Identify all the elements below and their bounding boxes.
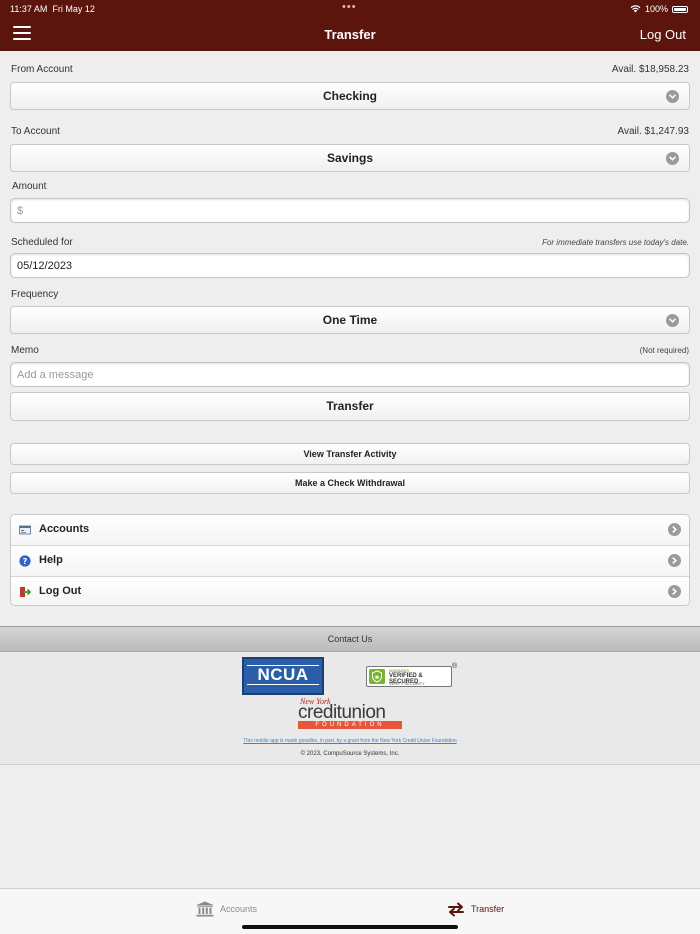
chevron-down-icon: [666, 152, 679, 165]
battery-icon: [672, 5, 688, 13]
shield-lock-icon: [369, 669, 385, 684]
frequency-value: One Time: [322, 313, 378, 327]
logout-link[interactable]: Log Out: [640, 27, 686, 42]
grant-link[interactable]: This mobile app is made possible, in par…: [0, 738, 700, 744]
to-account-value: Savings: [326, 151, 374, 165]
ncua-logo-text: NCUA: [247, 665, 319, 685]
menu-item-label: Log Out: [39, 585, 82, 597]
view-transfer-activity-button[interactable]: View Transfer Activity: [10, 443, 690, 465]
memo-input[interactable]: [10, 362, 690, 387]
menu-item-accounts[interactable]: Accounts: [11, 515, 689, 546]
page-title: Transfer: [324, 27, 376, 42]
status-bar: 11:37 AM Fri May 12 ••• 100%: [0, 0, 700, 18]
menu-item-label: Help: [39, 554, 63, 566]
memo-note: (Not required): [639, 346, 689, 355]
bank-icon: [196, 901, 214, 917]
footer: NCUA GODADDY VERIFIED & SECURED VERIFY S…: [0, 652, 700, 765]
tab-accounts[interactable]: Accounts: [196, 899, 257, 919]
to-account-available: Avail. $1,247.93: [617, 126, 689, 137]
tab-label: Transfer: [471, 904, 505, 914]
check-withdrawal-button[interactable]: Make a Check Withdrawal: [10, 472, 690, 494]
godaddy-badge[interactable]: GODADDY VERIFIED & SECURED VERIFY SECURI…: [366, 666, 452, 687]
amount-label: Amount: [12, 181, 47, 192]
chevron-down-icon: [666, 90, 679, 103]
amount-input[interactable]: [10, 198, 690, 223]
logout-icon: [20, 587, 31, 597]
scheduled-note: For immediate transfers use today's date…: [542, 238, 689, 247]
copyright-text: © 2023, CompuSource Systems, Inc.: [300, 751, 400, 757]
ncua-logo: NCUA: [242, 657, 324, 695]
to-account-select[interactable]: Savings: [10, 144, 690, 172]
transfer-arrows-icon: [448, 902, 464, 916]
to-account-label-row: To Account Avail. $1,247.93: [11, 126, 689, 137]
accounts-icon: [19, 525, 31, 535]
from-account-available: Avail. $18,958.23: [611, 64, 689, 75]
transfer-submit-button[interactable]: Transfer: [10, 392, 690, 421]
navigation-menu: Accounts ? Help Log Out: [10, 514, 690, 606]
menu-item-help[interactable]: ? Help: [11, 546, 689, 577]
ny-credit-union-foundation-logo: New York creditunion FOUNDATION: [298, 697, 402, 729]
multitask-dots[interactable]: •••: [342, 1, 357, 13]
frequency-label-row: Frequency: [11, 289, 689, 300]
status-right: 100%: [630, 4, 688, 14]
scheduled-date-input[interactable]: [10, 253, 690, 278]
menu-item-logout[interactable]: Log Out: [11, 577, 689, 605]
chevron-right-icon: [668, 523, 681, 536]
from-account-value: Checking: [322, 89, 377, 103]
registered-mark: ®: [452, 663, 458, 670]
tab-transfer[interactable]: Transfer: [447, 899, 504, 919]
status-time: 11:37 AM Fri May 12: [10, 4, 95, 14]
nav-bar: Transfer Log Out: [0, 18, 700, 51]
to-account-label: To Account: [11, 126, 60, 137]
memo-label: Memo: [11, 345, 39, 356]
chevron-down-icon: [666, 314, 679, 327]
chevron-right-icon: [668, 554, 681, 567]
from-account-label-row: From Account Avail. $18,958.23: [11, 64, 689, 75]
from-account-select[interactable]: Checking: [10, 82, 690, 110]
scheduled-label: Scheduled for: [11, 237, 73, 248]
home-indicator[interactable]: [242, 925, 458, 929]
svg-text:?: ?: [23, 557, 28, 566]
battery-percent: 100%: [644, 4, 668, 14]
amount-label-row: Amount: [12, 181, 689, 192]
wifi-icon: [630, 5, 641, 13]
from-account-label: From Account: [11, 64, 73, 75]
menu-item-label: Accounts: [39, 523, 90, 535]
tab-label: Accounts: [220, 904, 258, 914]
help-icon: ?: [19, 555, 31, 567]
frequency-select[interactable]: One Time: [10, 306, 690, 334]
memo-label-row: Memo (Not required): [11, 345, 689, 356]
contact-us-button[interactable]: Contact Us: [0, 626, 700, 652]
scheduled-label-row: Scheduled for For immediate transfers us…: [11, 237, 689, 248]
frequency-label: Frequency: [11, 289, 59, 300]
chevron-right-icon: [668, 585, 681, 598]
